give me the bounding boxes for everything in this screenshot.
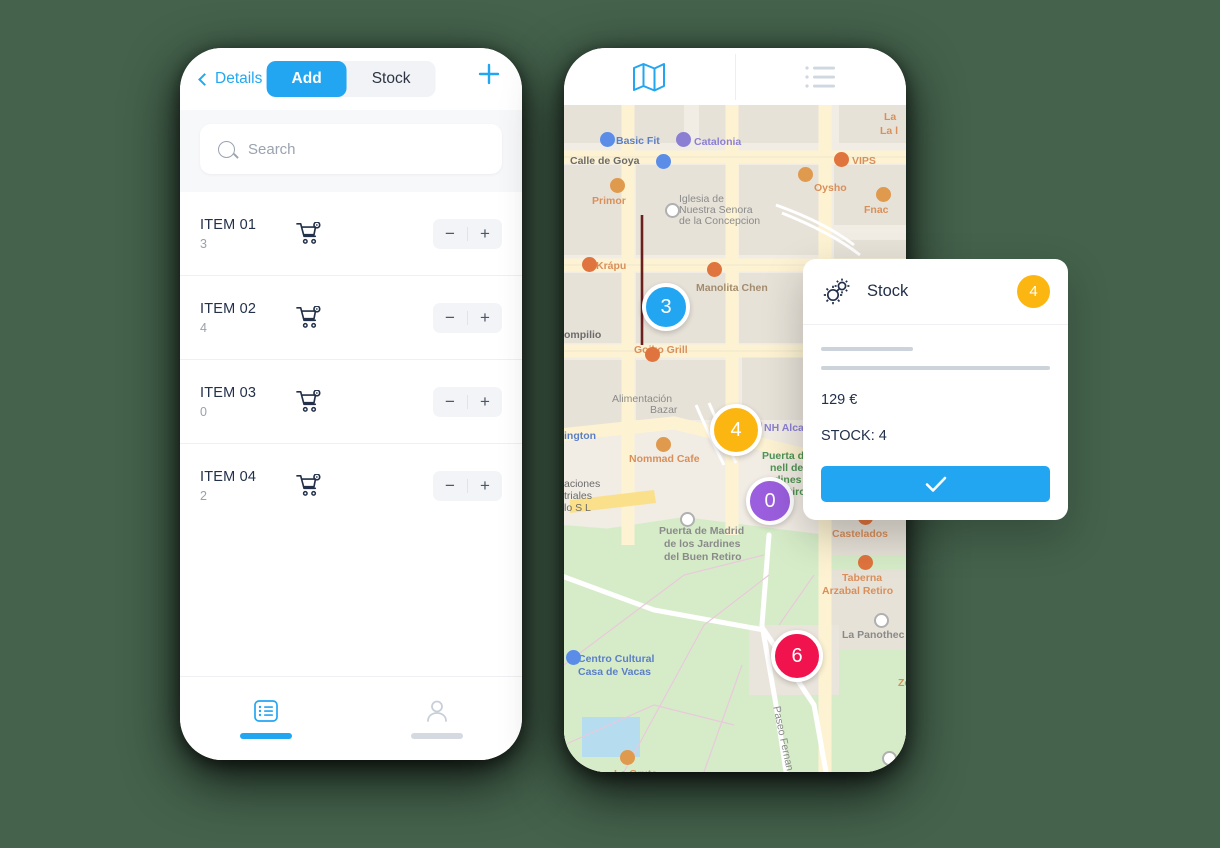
price-value: 129 € <box>821 392 858 408</box>
map-marker[interactable]: 0 <box>746 477 794 525</box>
tab-profile[interactable] <box>351 677 522 760</box>
item-quantity: 3 <box>200 236 207 251</box>
search-box[interactable] <box>200 124 502 174</box>
map-marker[interactable]: 4 <box>710 404 762 456</box>
gears-icon <box>823 278 850 304</box>
decrement-button[interactable]: − <box>433 303 467 333</box>
cart-icon <box>296 221 321 244</box>
left-phone-header: Details Add Stock <box>180 48 522 110</box>
table-row[interactable]: ITEM 03 0 − + <box>180 360 522 444</box>
stock-card: Stock 4 129 € STOCK: 4 <box>803 259 1068 520</box>
tab-list[interactable] <box>180 677 351 760</box>
placeholder-line-long <box>821 366 1050 370</box>
plus-icon <box>478 63 500 85</box>
left-phone: Details Add Stock ITEM 01 3 <box>180 48 522 760</box>
tab-add[interactable]: Add <box>266 61 347 97</box>
placeholder-line-short <box>821 347 913 351</box>
item-info: ITEM 03 0 <box>200 385 296 419</box>
map-marker[interactable]: 3 <box>642 283 690 331</box>
confirm-button[interactable] <box>821 466 1050 502</box>
quantity-stepper: − + <box>433 471 502 501</box>
map-icon <box>633 62 666 91</box>
increment-button[interactable]: + <box>468 387 502 417</box>
item-quantity: 2 <box>200 489 207 503</box>
item-name: ITEM 02 <box>200 300 257 317</box>
cart-icon <box>296 389 321 412</box>
decrement-button[interactable]: − <box>433 471 467 501</box>
bottom-tabbar <box>180 676 522 760</box>
status-badge: 4 <box>1017 275 1050 308</box>
person-icon <box>426 700 447 722</box>
item-info: ITEM 02 4 <box>200 301 296 335</box>
increment-button[interactable]: + <box>468 471 502 501</box>
stock-card-body: 129 € STOCK: 4 <box>803 325 1068 520</box>
item-quantity: 4 <box>200 320 207 335</box>
right-phone-header <box>564 48 906 105</box>
table-row[interactable]: ITEM 02 4 − + <box>180 276 522 360</box>
tab-active-indicator <box>239 732 292 739</box>
quantity-stepper: − + <box>433 302 502 333</box>
segmented-control: Add Stock <box>266 61 436 97</box>
quantity-stepper: − + <box>433 386 502 417</box>
tab-stock[interactable]: Stock <box>347 61 436 97</box>
item-list: ITEM 01 3 − + ITEM 02 4 − + ITEM 03 0 − … <box>180 192 522 528</box>
increment-button[interactable]: + <box>468 219 502 249</box>
item-name: ITEM 03 <box>200 384 257 401</box>
cart-icon <box>296 305 321 328</box>
tab-map[interactable] <box>564 62 735 92</box>
stock-value: STOCK: 4 <box>821 428 887 444</box>
increment-button[interactable]: + <box>468 303 502 333</box>
back-button[interactable]: Details <box>198 70 263 88</box>
list-icon <box>805 65 835 88</box>
table-row[interactable]: ITEM 04 2 − + <box>180 444 522 528</box>
cart-icon <box>296 474 321 496</box>
add-item-button[interactable] <box>476 61 502 97</box>
quantity-stepper: − + <box>433 218 502 249</box>
search-band <box>180 110 522 192</box>
search-input[interactable] <box>248 140 484 158</box>
check-icon <box>925 476 946 492</box>
decrement-button[interactable]: − <box>433 387 467 417</box>
map-marker[interactable]: 6 <box>771 630 823 682</box>
stock-card-title: Stock <box>867 282 909 300</box>
item-name: ITEM 01 <box>200 216 257 233</box>
back-button-label: Details <box>215 70 263 87</box>
list-icon <box>253 699 278 722</box>
search-icon <box>218 140 235 158</box>
decrement-button[interactable]: − <box>433 219 467 249</box>
item-info: ITEM 04 2 <box>200 469 296 503</box>
item-info: ITEM 01 3 <box>200 217 296 251</box>
chevron-left-icon <box>198 72 211 86</box>
tab-inactive-indicator <box>410 732 463 739</box>
item-name: ITEM 04 <box>200 469 257 485</box>
stock-card-header: Stock 4 <box>803 259 1068 325</box>
item-quantity: 0 <box>200 404 207 419</box>
tab-listview[interactable] <box>736 64 907 90</box>
table-row[interactable]: ITEM 01 3 − + <box>180 192 522 276</box>
